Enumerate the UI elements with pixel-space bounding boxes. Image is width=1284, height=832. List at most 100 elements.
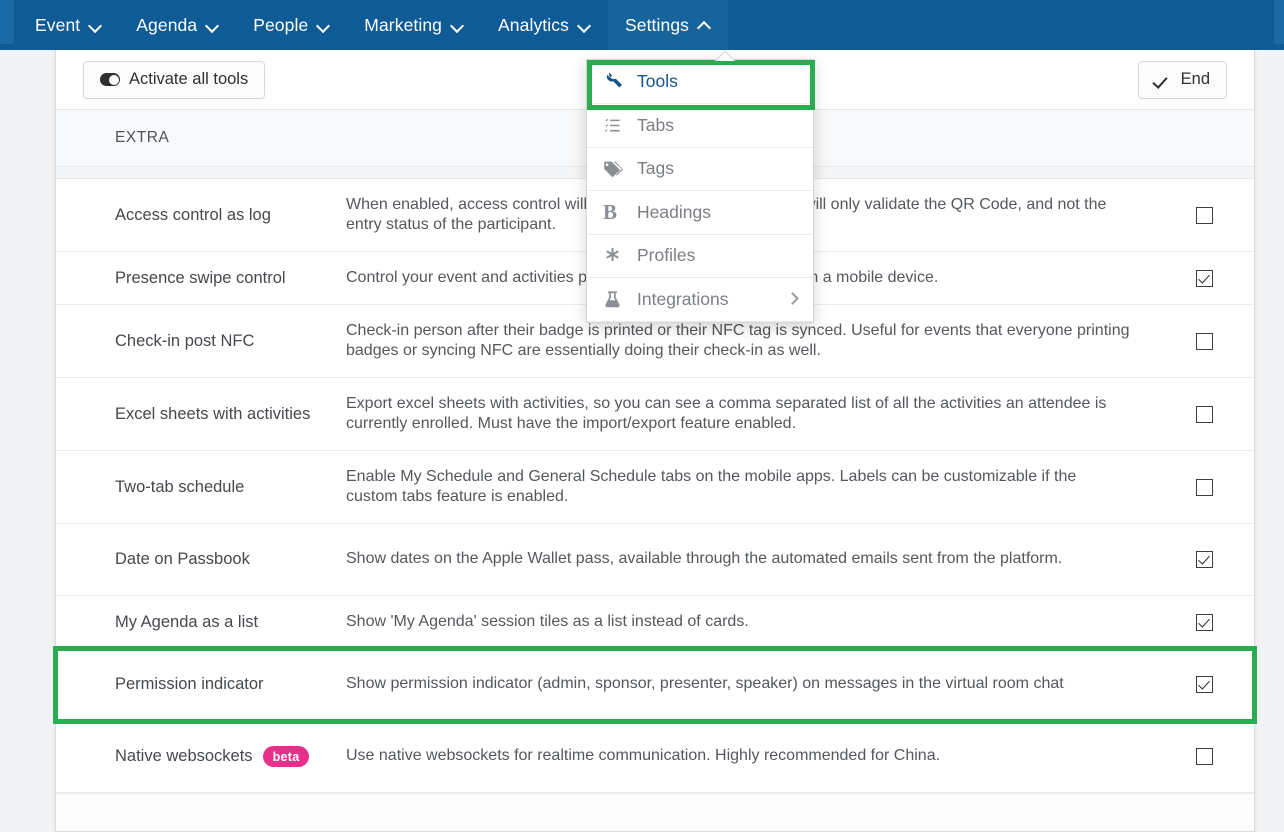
row-name-cell: Date on Passbook bbox=[56, 550, 346, 569]
row-title: Permission indicator bbox=[115, 675, 264, 693]
end-button[interactable]: End bbox=[1137, 60, 1227, 99]
row-name-cell: Permission indicator bbox=[56, 675, 346, 694]
nav-left-edge bbox=[0, 0, 14, 44]
row-checkbox-cell bbox=[1154, 332, 1254, 350]
row-checkbox-cell bbox=[1154, 676, 1254, 693]
chevron-down-icon bbox=[317, 19, 330, 32]
row-title: Excel sheets with activities bbox=[115, 404, 311, 423]
row-checkbox-cell bbox=[1154, 478, 1254, 496]
table-row[interactable]: Two-tab schedule Enable My Schedule and … bbox=[56, 451, 1254, 524]
section-title: EXTRA bbox=[115, 129, 170, 146]
nav-item-label: People bbox=[253, 14, 309, 35]
menu-item-tools[interactable]: Tools bbox=[587, 60, 813, 104]
check-icon bbox=[1155, 74, 1172, 86]
row-name-cell: Two-tab schedule bbox=[56, 478, 346, 497]
top-navigation-bar: Event Agenda People Marketing Analytics … bbox=[0, 0, 1284, 50]
menu-item-label: Tabs bbox=[637, 114, 674, 135]
row-checkbox[interactable] bbox=[1195, 478, 1213, 496]
menu-item-label: Profiles bbox=[637, 245, 696, 266]
nav-item-people[interactable]: People bbox=[236, 0, 347, 50]
menu-item-label: Tools bbox=[637, 71, 678, 91]
row-title: My Agenda as a list bbox=[115, 612, 259, 631]
chevron-down-icon bbox=[578, 19, 591, 32]
menu-item-tabs[interactable]: Tabs bbox=[587, 104, 813, 148]
table-row[interactable]: Native websockets beta Use native websoc… bbox=[56, 721, 1254, 793]
row-checkbox[interactable] bbox=[1195, 269, 1213, 287]
menu-item-label: Integrations bbox=[637, 288, 729, 309]
row-description: Show permission indicator (admin, sponso… bbox=[346, 675, 1064, 693]
row-checkbox[interactable] bbox=[1195, 206, 1213, 224]
row-name-cell: Native websockets beta bbox=[56, 746, 346, 767]
toggle-icon bbox=[100, 73, 120, 86]
chevron-right-icon bbox=[786, 292, 799, 306]
nav-item-label: Settings bbox=[624, 14, 690, 35]
chevron-down-icon bbox=[206, 19, 219, 32]
end-button-label: End bbox=[1180, 70, 1210, 88]
row-checkbox[interactable] bbox=[1195, 332, 1213, 350]
row-checkbox[interactable] bbox=[1195, 748, 1213, 765]
row-description: Enable My Schedule and General Schedule … bbox=[346, 467, 1077, 506]
row-title: Check-in post NFC bbox=[115, 331, 255, 350]
row-title: Access control as log bbox=[115, 205, 271, 224]
row-name-cell: My Agenda as a list bbox=[56, 613, 346, 632]
nav-item-agenda[interactable]: Agenda bbox=[119, 0, 236, 50]
nav-item-settings[interactable]: Settings bbox=[607, 0, 729, 50]
row-checkbox-cell bbox=[1154, 269, 1254, 287]
row-name-cell: Excel sheets with activities bbox=[56, 405, 346, 424]
row-description: Show dates on the Apple Wallet pass, ava… bbox=[346, 550, 1063, 568]
menu-item-label: Tags bbox=[637, 158, 674, 179]
tags-icon bbox=[603, 159, 637, 179]
settings-dropdown-menu: Tools Tabs Tags B Headings Profiles Inte… bbox=[586, 59, 815, 323]
menu-item-label: Headings bbox=[637, 201, 711, 222]
table-row-permission-indicator[interactable]: Permission indicator Show permission ind… bbox=[53, 646, 1257, 724]
row-description: Check-in person after their badge is pri… bbox=[346, 321, 1130, 360]
chevron-up-icon bbox=[698, 19, 711, 32]
row-title: Date on Passbook bbox=[115, 550, 250, 568]
asterisk-icon bbox=[603, 246, 637, 265]
table-row[interactable]: My Agenda as a list Show 'My Agenda' ses… bbox=[56, 596, 1254, 649]
nav-item-label: Event bbox=[35, 14, 81, 35]
chevron-down-icon bbox=[451, 19, 464, 32]
row-title: Native websockets bbox=[115, 747, 253, 765]
row-checkbox-cell bbox=[1154, 206, 1254, 224]
list-check-icon bbox=[603, 116, 637, 135]
nav-item-analytics[interactable]: Analytics bbox=[481, 0, 608, 50]
menu-item-headings[interactable]: B Headings bbox=[587, 191, 813, 235]
row-checkbox-cell bbox=[1154, 613, 1254, 631]
row-description: Show 'My Agenda' session tiles as a list… bbox=[346, 612, 749, 630]
wrench-icon bbox=[603, 72, 637, 92]
chevron-down-icon bbox=[89, 19, 102, 32]
menu-item-tags[interactable]: Tags bbox=[587, 147, 813, 191]
page-body: Activate all tools End EXTRA Access cont… bbox=[0, 50, 1284, 832]
status-badge: beta bbox=[262, 746, 310, 767]
nav-item-marketing[interactable]: Marketing bbox=[347, 0, 481, 50]
activate-all-tools-label: Activate all tools bbox=[129, 70, 249, 88]
card-footer bbox=[56, 793, 1254, 831]
nav-item-list: Event Agenda People Marketing Analytics … bbox=[0, 0, 1284, 50]
bold-b-icon: B bbox=[603, 199, 618, 224]
menu-item-profiles[interactable]: Profiles bbox=[587, 234, 813, 278]
flask-icon bbox=[603, 290, 637, 309]
table-row[interactable]: Excel sheets with activities Export exce… bbox=[56, 378, 1254, 451]
table-row[interactable]: Date on Passbook Show dates on the Apple… bbox=[56, 524, 1254, 596]
menu-item-integrations[interactable]: Integrations bbox=[587, 278, 813, 322]
row-checkbox[interactable] bbox=[1195, 613, 1213, 631]
row-title: Two-tab schedule bbox=[115, 477, 245, 496]
row-name-cell: Check-in post NFC bbox=[56, 332, 346, 351]
nav-item-label: Agenda bbox=[136, 14, 198, 35]
row-title: Presence swipe control bbox=[115, 268, 286, 287]
nav-right-edge bbox=[1274, 0, 1284, 44]
row-checkbox-cell bbox=[1154, 405, 1254, 423]
row-checkbox[interactable] bbox=[1195, 676, 1213, 693]
row-checkbox-cell bbox=[1154, 748, 1254, 765]
nav-item-event[interactable]: Event bbox=[18, 0, 119, 50]
row-description: Use native websockets for realtime commu… bbox=[346, 747, 941, 765]
row-description: Export excel sheets with activities, so … bbox=[346, 394, 1107, 433]
nav-item-label: Analytics bbox=[498, 14, 569, 35]
row-name-cell: Presence swipe control bbox=[56, 269, 346, 288]
row-checkbox[interactable] bbox=[1195, 405, 1213, 423]
nav-item-label: Marketing bbox=[364, 14, 443, 35]
activate-all-tools-button[interactable]: Activate all tools bbox=[83, 60, 266, 99]
row-checkbox-cell bbox=[1154, 551, 1254, 568]
row-checkbox[interactable] bbox=[1195, 551, 1213, 568]
